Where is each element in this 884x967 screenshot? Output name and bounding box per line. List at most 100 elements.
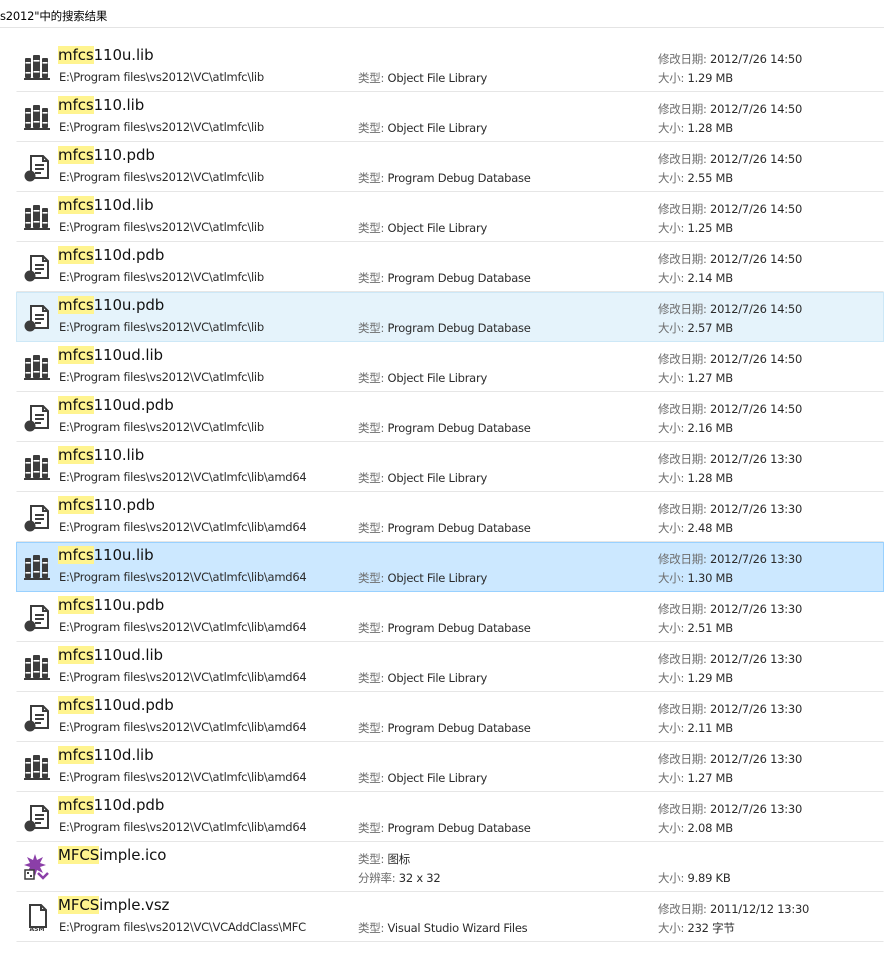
file-type: 类型: Object File Library bbox=[358, 570, 487, 586]
size-value: 2.16 MB bbox=[687, 421, 734, 435]
file-name[interactable]: mfcs110ud.lib bbox=[58, 646, 163, 664]
type-value: Object File Library bbox=[387, 121, 488, 135]
modified-value: 2012/7/26 13:30 bbox=[710, 752, 803, 766]
file-size: 大小: 1.27 MB bbox=[658, 770, 733, 786]
name-rest: 110d.lib bbox=[93, 196, 154, 214]
library-books-icon bbox=[22, 552, 52, 582]
library-books-icon bbox=[22, 102, 52, 132]
file-name[interactable]: mfcs110d.pdb bbox=[58, 246, 164, 264]
file-name[interactable]: mfcs110u.lib bbox=[58, 46, 154, 64]
file-name[interactable]: mfcs110.pdb bbox=[58, 146, 155, 164]
modified-value: 2011/12/12 13:30 bbox=[710, 902, 810, 916]
file-name[interactable]: mfcs110u.pdb bbox=[58, 296, 164, 314]
result-row[interactable]: mfcs110ud.pdb E:\Program files\vs2012\VC… bbox=[16, 692, 884, 742]
result-row[interactable]: mfcs110d.pdb E:\Program files\vs2012\VC\… bbox=[16, 792, 884, 842]
modified-label: 修改日期: bbox=[658, 802, 711, 816]
modified-value: 2012/7/26 14:50 bbox=[710, 252, 803, 266]
size-value: 2.08 MB bbox=[687, 821, 734, 835]
file-name[interactable]: mfcs110u.pdb bbox=[58, 596, 164, 614]
result-row[interactable]: mfcs110u.pdb E:\Program files\vs2012\VC\… bbox=[16, 592, 884, 642]
library-books-icon bbox=[22, 752, 52, 782]
library-books-icon bbox=[24, 455, 50, 480]
modified-label: 修改日期: bbox=[658, 402, 711, 416]
modified-label: 修改日期: bbox=[658, 602, 711, 616]
type-label: 类型: bbox=[358, 921, 388, 935]
file-name[interactable]: mfcs110.lib bbox=[58, 446, 144, 464]
debug-database-icon bbox=[24, 505, 49, 532]
file-path: E:\Program files\vs2012\VC\atlmfc\lib\am… bbox=[59, 820, 307, 834]
library-books-icon bbox=[24, 755, 50, 780]
modified-value: 2012/7/26 13:30 bbox=[710, 602, 803, 616]
file-size: 大小: 1.29 MB bbox=[658, 670, 733, 686]
file-name[interactable]: mfcs110d.lib bbox=[58, 746, 154, 764]
type-value: Object File Library bbox=[387, 571, 488, 585]
result-row[interactable]: mfcs110d.pdb E:\Program files\vs2012\VC\… bbox=[16, 242, 884, 292]
modified-value: 2012/7/26 14:50 bbox=[710, 352, 803, 366]
file-path: E:\Program files\vs2012\VC\atlmfc\lib\am… bbox=[59, 570, 307, 584]
file-size: 大小: 2.14 MB bbox=[658, 270, 733, 286]
file-name[interactable]: mfcs110.lib bbox=[58, 96, 144, 114]
file-path: E:\Program files\vs2012\VC\atlmfc\lib\am… bbox=[59, 670, 307, 684]
result-row[interactable]: mfcs110d.lib E:\Program files\vs2012\VC\… bbox=[16, 742, 884, 792]
result-row[interactable]: ASM MFCSimple.vsz E:\Program files\vs201… bbox=[16, 892, 884, 942]
name-match-highlight: mfcs bbox=[58, 146, 94, 164]
type-label: 类型: bbox=[358, 171, 388, 185]
debug-database-icon bbox=[24, 305, 49, 332]
type-value: Object File Library bbox=[387, 221, 488, 235]
modified-label: 修改日期: bbox=[658, 152, 711, 166]
file-name[interactable]: mfcs110d.lib bbox=[58, 196, 154, 214]
file-path: E:\Program files\vs2012\VC\atlmfc\lib\am… bbox=[59, 620, 307, 634]
modified-value: 2012/7/26 13:30 bbox=[710, 802, 803, 816]
file-name[interactable]: mfcs110.pdb bbox=[58, 496, 155, 514]
file-modified: 修改日期: 2012/7/26 13:30 bbox=[658, 551, 802, 567]
modified-label: 修改日期: bbox=[658, 102, 711, 116]
library-books-icon bbox=[24, 205, 50, 230]
type-value: Program Debug Database bbox=[387, 171, 531, 185]
file-modified: 修改日期: 2012/7/26 13:30 bbox=[658, 701, 802, 717]
file-name[interactable]: mfcs110ud.pdb bbox=[58, 696, 174, 714]
file-name[interactable]: mfcs110ud.lib bbox=[58, 346, 163, 364]
file-name[interactable]: mfcs110ud.pdb bbox=[58, 396, 174, 414]
debug-database-icon bbox=[22, 702, 52, 732]
debug-database-icon bbox=[22, 402, 52, 432]
result-row[interactable]: MFCSimple.ico 类型: 图标 分辨率: 32 x 32 大小: 9.… bbox=[16, 842, 884, 892]
file-path: E:\Program files\vs2012\VC\atlmfc\lib bbox=[59, 170, 264, 184]
name-match-highlight: mfcs bbox=[58, 496, 94, 514]
debug-database-icon bbox=[24, 805, 49, 832]
result-row[interactable]: mfcs110.pdb E:\Program files\vs2012\VC\a… bbox=[16, 142, 884, 192]
result-row[interactable]: mfcs110u.lib E:\Program files\vs2012\VC\… bbox=[16, 42, 884, 92]
file-size: 大小: 1.28 MB bbox=[658, 470, 733, 486]
type-value: Object File Library bbox=[387, 71, 488, 85]
file-name[interactable]: MFCSimple.ico bbox=[58, 846, 166, 864]
name-match-highlight: MFCS bbox=[58, 846, 100, 864]
result-row[interactable]: mfcs110ud.lib E:\Program files\vs2012\VC… bbox=[16, 342, 884, 392]
library-books-icon bbox=[22, 452, 52, 482]
file-size: 大小: 1.25 MB bbox=[658, 220, 733, 236]
debug-database-icon bbox=[22, 152, 52, 182]
result-row[interactable]: mfcs110d.lib E:\Program files\vs2012\VC\… bbox=[16, 192, 884, 242]
result-row[interactable]: mfcs110u.lib E:\Program files\vs2012\VC\… bbox=[16, 542, 884, 592]
modified-value: 2012/7/26 13:30 bbox=[710, 552, 803, 566]
file-type: 类型: Program Debug Database bbox=[358, 270, 531, 286]
library-books-icon bbox=[24, 105, 50, 130]
file-size: 大小: 1.29 MB bbox=[658, 70, 733, 86]
modified-value: 2012/7/26 14:50 bbox=[710, 152, 803, 166]
asm-file-icon: ASM bbox=[29, 904, 47, 932]
result-row[interactable]: mfcs110.lib E:\Program files\vs2012\VC\a… bbox=[16, 442, 884, 492]
result-row[interactable]: mfcs110.pdb E:\Program files\vs2012\VC\a… bbox=[16, 492, 884, 542]
file-modified: 修改日期: 2011/12/12 13:30 bbox=[658, 901, 809, 917]
file-name[interactable]: mfcs110u.lib bbox=[58, 546, 154, 564]
result-row[interactable]: mfcs110ud.lib E:\Program files\vs2012\VC… bbox=[16, 642, 884, 692]
size-value: 232 字节 bbox=[687, 921, 735, 935]
image-icon bbox=[22, 852, 52, 882]
file-name[interactable]: mfcs110d.pdb bbox=[58, 796, 164, 814]
result-row[interactable]: mfcs110.lib E:\Program files\vs2012\VC\a… bbox=[16, 92, 884, 142]
size-label: 大小: bbox=[658, 121, 688, 135]
name-rest: 110.pdb bbox=[93, 146, 155, 164]
result-row[interactable]: mfcs110ud.pdb E:\Program files\vs2012\VC… bbox=[16, 392, 884, 442]
file-name[interactable]: MFCSimple.vsz bbox=[58, 896, 169, 914]
name-match-highlight: mfcs bbox=[58, 46, 94, 64]
size-label: 大小: bbox=[658, 871, 688, 885]
file-size: 大小: 2.08 MB bbox=[658, 820, 733, 836]
result-row[interactable]: mfcs110u.pdb E:\Program files\vs2012\VC\… bbox=[16, 292, 884, 342]
